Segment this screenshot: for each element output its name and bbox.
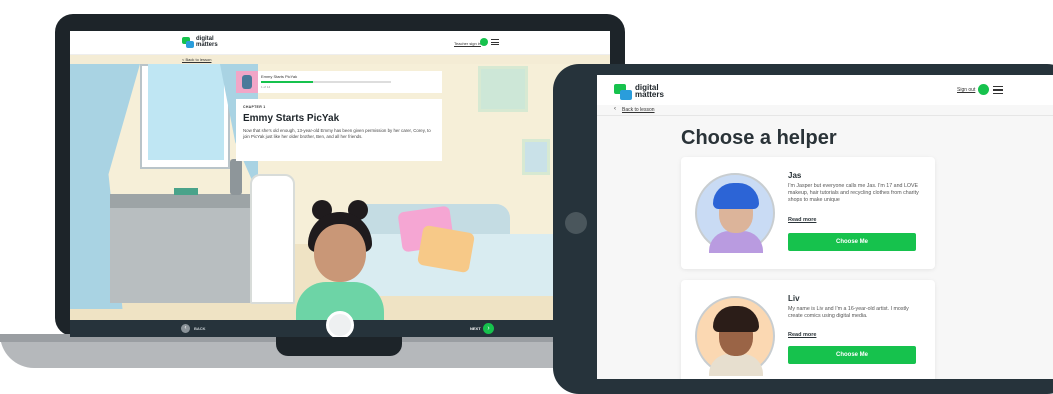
chapter-progress-track (261, 81, 391, 83)
page-title: Choose a helper (681, 127, 837, 149)
helper-name: Jas (788, 171, 802, 180)
choose-me-button[interactable]: Choose Me (788, 233, 916, 251)
liv-avatar (695, 296, 775, 376)
next-button[interactable]: NEXT (470, 326, 481, 331)
user-icon[interactable] (480, 38, 488, 46)
tablet-home-button (565, 212, 587, 234)
back-button[interactable]: BACK (194, 326, 206, 331)
helper-description: I'm Jasper but everyone calls me Jas. I'… (788, 183, 919, 204)
book-illustration (174, 188, 198, 195)
read-more-link[interactable]: Read more (788, 217, 816, 223)
chair-illustration (250, 174, 295, 304)
laptop-notch (276, 334, 402, 356)
wall-picture-illustration (478, 66, 528, 112)
back-to-lesson-link[interactable]: < Back to lesson (182, 57, 211, 62)
character-avatar-button[interactable] (326, 311, 354, 337)
chapter-bar-title: Emmy Starts PicYak (261, 74, 298, 79)
jas-avatar (695, 173, 775, 253)
logo-mark-icon (614, 84, 632, 100)
sign-out-link[interactable]: Sign out (957, 87, 975, 93)
digital-matters-logo[interactable]: digital matters (182, 36, 218, 48)
back-arrow-icon[interactable]: ‹ (614, 106, 616, 112)
laptop-screen: digital matters Teacher sign in < Back t… (70, 31, 610, 337)
chapter-label: CHAPTER 1 (243, 105, 266, 109)
helper-name: Liv (788, 294, 800, 303)
logo-mark-icon (182, 37, 194, 48)
logo-text: digital matters (635, 83, 664, 99)
read-more-link[interactable]: Read more (788, 332, 816, 338)
chapter-progress-fill (261, 81, 313, 83)
tablet-screen: digital matters Sign out ‹ Back to lesso… (597, 75, 1053, 379)
helper-card-liv: Liv My name is Liv and I'm a 16-year-old… (681, 280, 935, 379)
logo-text: digital matters (196, 36, 218, 48)
lamp-illustration (230, 159, 242, 195)
helper-description: My name is Liv and I'm a 16-year-old art… (788, 306, 909, 320)
choose-me-button[interactable]: Choose Me (788, 346, 916, 364)
back-arrow-icon[interactable]: ‹ (181, 324, 190, 333)
chapter-thumbnail (236, 71, 258, 93)
back-to-lesson-link[interactable]: Back to lesson (622, 107, 655, 113)
chapter-heading: Emmy Starts PicYak (243, 113, 340, 124)
helper-card-jas: Jas I'm Jasper but everyone calls me Jas… (681, 157, 935, 269)
tablet-header: digital matters Sign out (597, 75, 1053, 105)
digital-matters-logo[interactable]: digital matters (614, 84, 664, 100)
chapter-count: 1 of 14 (261, 85, 271, 89)
menu-icon[interactable] (993, 86, 1003, 94)
chapter-progress-bar[interactable]: Emmy Starts PicYak 1 of 14 (236, 71, 442, 93)
header-divider (597, 115, 1053, 116)
chapter-card: CHAPTER 1 Emmy Starts PicYak Now that sh… (236, 99, 442, 161)
teacher-sign-in-link[interactable]: Teacher sign in (454, 41, 481, 46)
chapter-description: Now that she's old enough, 13-year-old E… (243, 128, 431, 139)
user-icon[interactable] (978, 84, 989, 95)
laptop-header: digital matters Teacher sign in (70, 31, 610, 55)
menu-icon[interactable] (491, 39, 499, 45)
next-arrow-icon[interactable]: › (483, 323, 494, 334)
